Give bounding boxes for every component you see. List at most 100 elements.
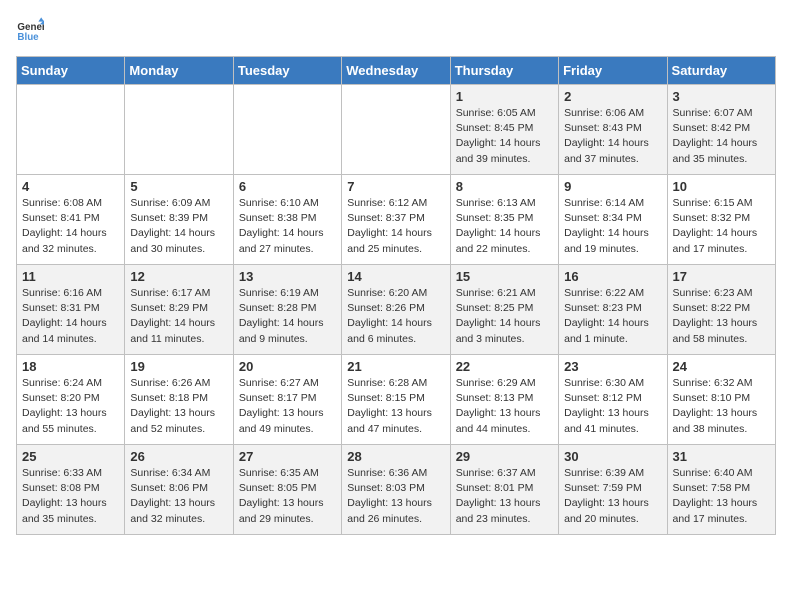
day-info: Sunrise: 6:24 AM Sunset: 8:20 PM Dayligh…	[22, 376, 119, 437]
day-number: 5	[130, 179, 227, 194]
day-info: Sunrise: 6:35 AM Sunset: 8:05 PM Dayligh…	[239, 466, 336, 527]
day-info: Sunrise: 6:20 AM Sunset: 8:26 PM Dayligh…	[347, 286, 444, 347]
calendar-cell: 17 Sunrise: 6:23 AM Sunset: 8:22 PM Dayli…	[667, 265, 775, 355]
calendar-header-cell: Wednesday	[342, 57, 450, 85]
day-info: Sunrise: 6:16 AM Sunset: 8:31 PM Dayligh…	[22, 286, 119, 347]
calendar-cell: 20 Sunrise: 6:27 AM Sunset: 8:17 PM Dayli…	[233, 355, 341, 445]
day-number: 2	[564, 89, 661, 104]
day-info: Sunrise: 6:32 AM Sunset: 8:10 PM Dayligh…	[673, 376, 770, 437]
day-info: Sunrise: 6:05 AM Sunset: 8:45 PM Dayligh…	[456, 106, 553, 167]
day-info: Sunrise: 6:27 AM Sunset: 8:17 PM Dayligh…	[239, 376, 336, 437]
day-number: 27	[239, 449, 336, 464]
calendar-cell: 18 Sunrise: 6:24 AM Sunset: 8:20 PM Dayli…	[17, 355, 125, 445]
calendar-header-cell: Sunday	[17, 57, 125, 85]
calendar-cell: 28 Sunrise: 6:36 AM Sunset: 8:03 PM Dayli…	[342, 445, 450, 535]
day-info: Sunrise: 6:36 AM Sunset: 8:03 PM Dayligh…	[347, 466, 444, 527]
day-number: 24	[673, 359, 770, 374]
calendar-header-cell: Saturday	[667, 57, 775, 85]
day-number: 9	[564, 179, 661, 194]
calendar-week-row: 4Sunrise: 6:08 AM Sunset: 8:41 PM Daylig…	[17, 175, 776, 265]
calendar-table: SundayMondayTuesdayWednesdayThursdayFrid…	[16, 56, 776, 535]
calendar-cell: 27 Sunrise: 6:35 AM Sunset: 8:05 PM Dayli…	[233, 445, 341, 535]
calendar-cell: 10 Sunrise: 6:15 AM Sunset: 8:32 PM Dayli…	[667, 175, 775, 265]
day-info: Sunrise: 6:12 AM Sunset: 8:37 PM Dayligh…	[347, 196, 444, 257]
day-number: 13	[239, 269, 336, 284]
day-info: Sunrise: 6:22 AM Sunset: 8:23 PM Dayligh…	[564, 286, 661, 347]
day-number: 12	[130, 269, 227, 284]
day-info: Sunrise: 6:26 AM Sunset: 8:18 PM Dayligh…	[130, 376, 227, 437]
logo: General Blue	[16, 16, 48, 44]
calendar-cell: 30Sunrise: 6:39 AM Sunset: 7:59 PM Dayli…	[559, 445, 667, 535]
svg-text:Blue: Blue	[17, 32, 39, 43]
logo-icon: General Blue	[16, 16, 44, 44]
day-info: Sunrise: 6:33 AM Sunset: 8:08 PM Dayligh…	[22, 466, 119, 527]
calendar-cell: 2 Sunrise: 6:06 AM Sunset: 8:43 PM Daylig…	[559, 85, 667, 175]
calendar-cell: 24 Sunrise: 6:32 AM Sunset: 8:10 PM Dayli…	[667, 355, 775, 445]
calendar-cell: 6Sunrise: 6:10 AM Sunset: 8:38 PM Daylig…	[233, 175, 341, 265]
calendar-cell: 3Sunrise: 6:07 AM Sunset: 8:42 PM Daylig…	[667, 85, 775, 175]
calendar-cell: 4Sunrise: 6:08 AM Sunset: 8:41 PM Daylig…	[17, 175, 125, 265]
calendar-header-cell: Friday	[559, 57, 667, 85]
day-number: 25	[22, 449, 119, 464]
calendar-cell: 7 Sunrise: 6:12 AM Sunset: 8:37 PM Daylig…	[342, 175, 450, 265]
calendar-cell: 19 Sunrise: 6:26 AM Sunset: 8:18 PM Dayli…	[125, 355, 233, 445]
calendar-body: 1 Sunrise: 6:05 AM Sunset: 8:45 PM Daylig…	[17, 85, 776, 535]
calendar-cell: 13 Sunrise: 6:19 AM Sunset: 8:28 PM Dayli…	[233, 265, 341, 355]
calendar-cell: 8Sunrise: 6:13 AM Sunset: 8:35 PM Daylig…	[450, 175, 558, 265]
day-info: Sunrise: 6:09 AM Sunset: 8:39 PM Dayligh…	[130, 196, 227, 257]
calendar-cell: 29Sunrise: 6:37 AM Sunset: 8:01 PM Dayli…	[450, 445, 558, 535]
calendar-cell: 21Sunrise: 6:28 AM Sunset: 8:15 PM Dayli…	[342, 355, 450, 445]
day-number: 14	[347, 269, 444, 284]
day-number: 31	[673, 449, 770, 464]
day-info: Sunrise: 6:30 AM Sunset: 8:12 PM Dayligh…	[564, 376, 661, 437]
calendar-cell: 22Sunrise: 6:29 AM Sunset: 8:13 PM Dayli…	[450, 355, 558, 445]
day-info: Sunrise: 6:29 AM Sunset: 8:13 PM Dayligh…	[456, 376, 553, 437]
day-info: Sunrise: 6:14 AM Sunset: 8:34 PM Dayligh…	[564, 196, 661, 257]
day-info: Sunrise: 6:21 AM Sunset: 8:25 PM Dayligh…	[456, 286, 553, 347]
calendar-cell: 5 Sunrise: 6:09 AM Sunset: 8:39 PM Daylig…	[125, 175, 233, 265]
calendar-cell: 1 Sunrise: 6:05 AM Sunset: 8:45 PM Daylig…	[450, 85, 558, 175]
day-number: 10	[673, 179, 770, 194]
day-number: 23	[564, 359, 661, 374]
calendar-cell	[342, 85, 450, 175]
calendar-week-row: 25 Sunrise: 6:33 AM Sunset: 8:08 PM Dayli…	[17, 445, 776, 535]
day-info: Sunrise: 6:40 AM Sunset: 7:58 PM Dayligh…	[673, 466, 770, 527]
day-number: 18	[22, 359, 119, 374]
day-number: 20	[239, 359, 336, 374]
day-number: 17	[673, 269, 770, 284]
calendar-week-row: 1 Sunrise: 6:05 AM Sunset: 8:45 PM Daylig…	[17, 85, 776, 175]
day-number: 1	[456, 89, 553, 104]
calendar-cell: 15Sunrise: 6:21 AM Sunset: 8:25 PM Dayli…	[450, 265, 558, 355]
calendar-week-row: 18 Sunrise: 6:24 AM Sunset: 8:20 PM Dayli…	[17, 355, 776, 445]
calendar-cell	[125, 85, 233, 175]
day-number: 19	[130, 359, 227, 374]
day-number: 28	[347, 449, 444, 464]
calendar-cell	[17, 85, 125, 175]
calendar-header-cell: Thursday	[450, 57, 558, 85]
day-number: 3	[673, 89, 770, 104]
calendar-cell: 9 Sunrise: 6:14 AM Sunset: 8:34 PM Daylig…	[559, 175, 667, 265]
calendar-header-cell: Monday	[125, 57, 233, 85]
calendar-cell: 26Sunrise: 6:34 AM Sunset: 8:06 PM Dayli…	[125, 445, 233, 535]
day-info: Sunrise: 6:15 AM Sunset: 8:32 PM Dayligh…	[673, 196, 770, 257]
day-info: Sunrise: 6:08 AM Sunset: 8:41 PM Dayligh…	[22, 196, 119, 257]
day-number: 8	[456, 179, 553, 194]
calendar-cell: 11 Sunrise: 6:16 AM Sunset: 8:31 PM Dayli…	[17, 265, 125, 355]
day-number: 26	[130, 449, 227, 464]
calendar-header-row: SundayMondayTuesdayWednesdayThursdayFrid…	[17, 57, 776, 85]
day-number: 11	[22, 269, 119, 284]
calendar-cell: 23 Sunrise: 6:30 AM Sunset: 8:12 PM Dayli…	[559, 355, 667, 445]
day-number: 21	[347, 359, 444, 374]
calendar-cell: 12 Sunrise: 6:17 AM Sunset: 8:29 PM Dayli…	[125, 265, 233, 355]
calendar-cell: 16Sunrise: 6:22 AM Sunset: 8:23 PM Dayli…	[559, 265, 667, 355]
day-info: Sunrise: 6:19 AM Sunset: 8:28 PM Dayligh…	[239, 286, 336, 347]
day-info: Sunrise: 6:17 AM Sunset: 8:29 PM Dayligh…	[130, 286, 227, 347]
day-info: Sunrise: 6:37 AM Sunset: 8:01 PM Dayligh…	[456, 466, 553, 527]
day-info: Sunrise: 6:23 AM Sunset: 8:22 PM Dayligh…	[673, 286, 770, 347]
day-info: Sunrise: 6:06 AM Sunset: 8:43 PM Dayligh…	[564, 106, 661, 167]
day-info: Sunrise: 6:10 AM Sunset: 8:38 PM Dayligh…	[239, 196, 336, 257]
calendar-cell: 31 Sunrise: 6:40 AM Sunset: 7:58 PM Dayli…	[667, 445, 775, 535]
calendar-header-cell: Tuesday	[233, 57, 341, 85]
day-number: 7	[347, 179, 444, 194]
calendar-cell: 25 Sunrise: 6:33 AM Sunset: 8:08 PM Dayli…	[17, 445, 125, 535]
